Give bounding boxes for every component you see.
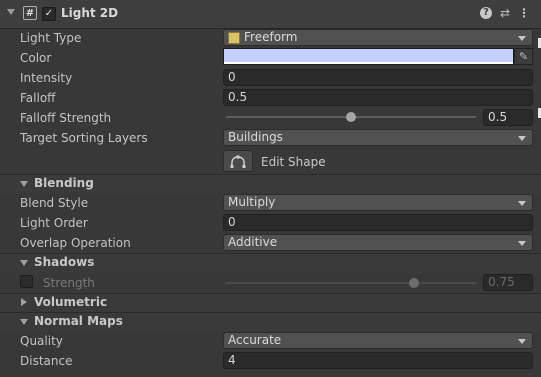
light-type-dropdown[interactable]: Freeform xyxy=(223,29,533,46)
chevron-down-icon xyxy=(518,241,526,246)
more-icon[interactable]: ⋮ xyxy=(517,6,531,20)
falloff-strength-field[interactable]: 0.5 xyxy=(483,109,533,126)
shadow-strength-label: Strength xyxy=(43,276,95,290)
target-sorting-layers-dropdown[interactable]: Buildings xyxy=(223,129,533,146)
component-header: # ✓ Light 2D ? ⇄ ⋮ xyxy=(0,0,541,29)
volumetric-title: Volumetric xyxy=(34,295,108,309)
quality-label: Quality xyxy=(20,334,63,348)
component-enabled-checkbox[interactable]: ✓ xyxy=(42,7,56,21)
distance-label: Distance xyxy=(20,354,73,368)
light-order-label: Light Order xyxy=(20,216,88,230)
help-icon[interactable]: ? xyxy=(480,7,492,19)
color-label: Color xyxy=(20,51,52,65)
shadow-strength-slider-knob[interactable] xyxy=(408,278,419,288)
alpha-bar xyxy=(224,62,513,64)
freeform-shape-icon xyxy=(228,32,240,44)
blend-style-dropdown[interactable]: Multiply xyxy=(223,194,533,211)
falloff-field[interactable]: 0.5 xyxy=(223,89,533,106)
blend-style-value: Multiply xyxy=(228,195,276,209)
normal-maps-title: Normal Maps xyxy=(34,314,123,328)
overlap-operation-dropdown[interactable]: Additive xyxy=(223,234,533,251)
light-type-label: Light Type xyxy=(20,31,82,45)
intensity-field[interactable]: 0 xyxy=(223,69,533,86)
chevron-down-icon xyxy=(518,201,526,206)
foldout-down-icon[interactable] xyxy=(20,319,28,325)
overlap-operation-value: Additive xyxy=(228,235,278,249)
color-swatch[interactable] xyxy=(223,48,514,65)
preset-icon[interactable]: ⇄ xyxy=(498,6,512,20)
target-sorting-layers-value: Buildings xyxy=(228,130,283,144)
shadows-enabled-checkbox[interactable] xyxy=(20,275,33,288)
shadow-strength-slider-track[interactable] xyxy=(226,282,476,284)
target-sorting-layers-label: Target Sorting Layers xyxy=(20,131,148,145)
eyedropper-icon[interactable]: ✎ xyxy=(514,48,533,65)
light-type-value: Freeform xyxy=(244,30,298,44)
chevron-down-icon xyxy=(518,36,526,41)
chevron-down-icon xyxy=(518,136,526,141)
foldout-down-icon[interactable] xyxy=(20,181,28,187)
blending-title: Blending xyxy=(34,176,94,190)
falloff-strength-slider-knob[interactable] xyxy=(346,112,356,122)
edit-shape-icon xyxy=(230,155,246,168)
falloff-label: Falloff xyxy=(20,91,56,105)
edit-shape-label: Edit Shape xyxy=(261,155,326,169)
falloff-strength-label: Falloff Strength xyxy=(20,111,112,125)
foldout-arrow-icon[interactable] xyxy=(7,9,15,15)
foldout-down-icon[interactable] xyxy=(20,260,28,266)
overlap-operation-label: Overlap Operation xyxy=(20,236,131,250)
quality-value: Accurate xyxy=(228,333,282,347)
edit-shape-button[interactable] xyxy=(223,150,253,172)
light-order-field[interactable]: 0 xyxy=(223,214,533,231)
component-title: Light 2D xyxy=(61,6,119,20)
intensity-label: Intensity xyxy=(20,71,73,85)
quality-dropdown[interactable]: Accurate xyxy=(223,332,533,349)
foldout-right-icon[interactable] xyxy=(21,298,27,306)
shadows-title: Shadows xyxy=(34,255,95,269)
chevron-down-icon xyxy=(518,339,526,344)
script-icon: # xyxy=(23,6,37,20)
blend-style-label: Blend Style xyxy=(20,196,89,210)
distance-field[interactable]: 4 xyxy=(223,352,533,369)
shadow-strength-field[interactable]: 0.75 xyxy=(483,274,533,291)
